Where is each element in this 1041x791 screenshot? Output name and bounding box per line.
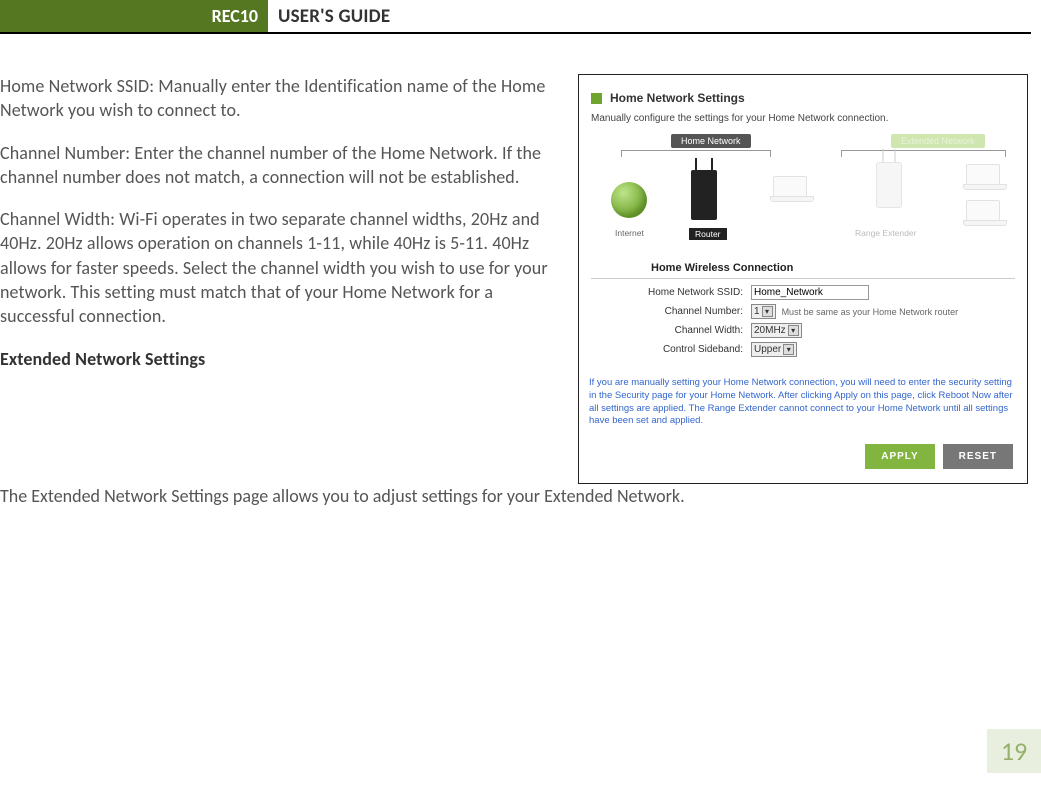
page-number-box: 19 [987,729,1041,773]
header-title: USER'S GUIDE [268,0,390,32]
channel-number-label: Channel Number: [591,306,751,317]
chevron-down-icon: ▾ [783,344,794,355]
header-badge: REC10 [0,0,268,32]
ssid-label: Home Network SSID: [591,287,751,298]
body-text-column: Home Network SSID: Manually enter the Id… [0,74,560,389]
chevron-down-icon: ▾ [762,306,773,317]
diagram-extended-label: Extended Network [891,134,985,148]
control-sideband-label: Control Sideband: [591,344,751,355]
form-section-title: Home Wireless Connection [591,258,1015,279]
page-header: REC10 USER'S GUIDE [0,0,1031,34]
router-icon [691,170,717,220]
channel-number-note: Must be same as your Home Network router [782,307,959,317]
diagram-home-label: Home Network [671,134,751,148]
panel-subtitle: Manually configure the settings for your… [591,107,1015,132]
ssid-input[interactable] [751,285,869,300]
bracket-icon [621,150,771,156]
diagram-range-extender-label: Range Extender [855,228,916,238]
channel-width-label: Channel Width: [591,325,751,336]
channel-width-value: 20MHz [754,325,786,336]
diagram-router-label: Router [689,228,727,240]
laptop-icon [966,164,1000,186]
panel-warning-note: If you are manually setting your Home Ne… [579,371,1027,436]
heading-extended-network: Extended Network Settings [0,347,560,371]
range-extender-icon [876,162,902,208]
chevron-down-icon: ▾ [788,325,799,336]
bracket-icon [841,150,1006,156]
channel-number-select[interactable]: 1 ▾ [751,304,776,319]
page-number: 19 [1001,735,1027,767]
diagram-internet-label: Internet [615,228,644,238]
network-diagram: Home Network Extended Network Internet R… [591,132,1015,252]
apply-button[interactable]: APPLY [865,444,934,469]
square-bullet-icon [591,93,602,104]
channel-number-value: 1 [754,306,760,317]
settings-screenshot: Home Network Settings Manually configure… [578,74,1028,484]
control-sideband-value: Upper [754,344,781,355]
globe-icon [611,182,647,218]
paragraph-extended-description: The Extended Network Settings page allow… [0,484,1041,508]
reset-button[interactable]: RESET [943,444,1013,469]
paragraph-ssid: Home Network SSID: Manually enter the Id… [0,74,560,123]
paragraph-channel-number: Channel Number: Enter the channel number… [0,141,560,190]
laptop-icon [773,176,807,198]
paragraph-channel-width: Channel Width: Wi-Fi operates in two sep… [0,207,560,328]
control-sideband-select[interactable]: Upper ▾ [751,342,797,357]
panel-title: Home Network Settings [610,91,745,105]
channel-width-select[interactable]: 20MHz ▾ [751,323,802,338]
laptop-icon [966,200,1000,222]
